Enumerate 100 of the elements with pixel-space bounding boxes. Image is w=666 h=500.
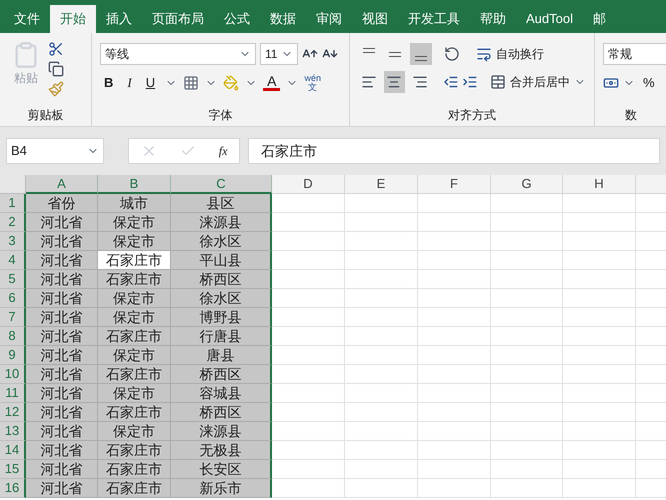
column-header[interactable]: A <box>26 175 98 194</box>
ribbon-tab[interactable]: AudTool <box>516 5 583 33</box>
table-cell[interactable]: 河北省 <box>26 270 98 289</box>
table-cell[interactable]: 河北省 <box>26 232 98 251</box>
number-format-field[interactable]: 常规 <box>603 43 666 65</box>
column-header[interactable]: E <box>345 175 418 194</box>
row-header[interactable]: 2 <box>0 213 26 232</box>
row-header[interactable]: 13 <box>0 422 26 441</box>
table-cell[interactable]: 桥西区 <box>171 365 272 384</box>
table-cell[interactable]: 唐县 <box>171 346 272 365</box>
table-cell[interactable]: 徐水区 <box>171 289 272 308</box>
row-header[interactable]: 7 <box>0 308 26 327</box>
column-header[interactable] <box>636 175 666 194</box>
ribbon-tab[interactable]: 视图 <box>352 5 398 33</box>
percent-button[interactable]: % <box>639 73 659 92</box>
insert-function-button[interactable]: fx <box>218 142 228 160</box>
ribbon-tab[interactable]: 帮助 <box>470 5 516 33</box>
table-cell[interactable]: 新乐市 <box>171 479 272 498</box>
row-header[interactable]: 15 <box>0 460 26 479</box>
font-name-field[interactable]: 等线 <box>100 43 256 65</box>
table-cell[interactable]: 行唐县 <box>171 327 272 346</box>
row-header[interactable]: 6 <box>0 289 26 308</box>
orientation-icon[interactable] <box>444 46 460 62</box>
table-cell[interactable]: 保定市 <box>98 422 171 441</box>
table-cell[interactable]: 河北省 <box>26 251 98 270</box>
table-cell[interactable]: 河北省 <box>26 460 98 479</box>
column-header[interactable]: F <box>418 175 491 194</box>
table-cell[interactable]: 保定市 <box>98 384 171 403</box>
row-header[interactable]: 11 <box>0 384 26 403</box>
table-cell[interactable]: 容城县 <box>171 384 272 403</box>
ribbon-tab[interactable]: 文件 <box>4 5 50 33</box>
table-cell[interactable]: 石家庄市 <box>98 441 171 460</box>
table-cell[interactable]: 桥西区 <box>171 403 272 422</box>
column-header[interactable]: C <box>171 175 272 194</box>
table-cell[interactable]: 河北省 <box>26 327 98 346</box>
table-cell[interactable]: 河北省 <box>26 384 98 403</box>
table-cell[interactable]: 保定市 <box>98 308 171 327</box>
ribbon-tab[interactable]: 公式 <box>214 5 260 33</box>
row-header[interactable]: 5 <box>0 270 26 289</box>
table-cell[interactable]: 石家庄市 <box>98 270 171 289</box>
table-cell[interactable]: 石家庄市 <box>98 251 171 270</box>
table-cell[interactable]: 无极县 <box>171 441 272 460</box>
bold-button[interactable]: B <box>100 73 118 92</box>
table-cell[interactable]: 河北省 <box>26 365 98 384</box>
row-header[interactable]: 12 <box>0 403 26 422</box>
table-cell[interactable]: 城市 <box>98 194 171 213</box>
column-header[interactable]: B <box>98 175 171 194</box>
column-header[interactable]: H <box>563 175 636 194</box>
copy-icon[interactable] <box>48 61 64 77</box>
table-cell[interactable]: 涞源县 <box>171 213 272 232</box>
scissors-icon[interactable] <box>48 41 64 57</box>
name-box[interactable]: B4 <box>6 138 104 164</box>
row-header[interactable]: 10 <box>0 365 26 384</box>
table-cell[interactable]: 徐水区 <box>171 232 272 251</box>
row-header[interactable]: 1 <box>0 194 26 213</box>
row-header[interactable]: 3 <box>0 232 26 251</box>
font-color-button[interactable]: A <box>263 74 280 92</box>
table-cell[interactable]: 河北省 <box>26 308 98 327</box>
table-cell[interactable]: 省份 <box>26 194 98 213</box>
table-cell[interactable]: 石家庄市 <box>98 403 171 422</box>
italic-button[interactable]: I <box>123 73 136 92</box>
formula-field[interactable]: 石家庄市 <box>248 138 660 164</box>
table-cell[interactable]: 河北省 <box>26 289 98 308</box>
table-cell[interactable]: 石家庄市 <box>98 479 171 498</box>
ribbon-tab[interactable]: 插入 <box>96 5 142 33</box>
ribbon-tab[interactable]: 邮 <box>582 5 616 33</box>
ribbon-tab[interactable]: 审阅 <box>306 5 352 33</box>
table-cell[interactable]: 县区 <box>171 194 272 213</box>
row-header[interactable]: 14 <box>0 441 26 460</box>
row-header[interactable]: 9 <box>0 346 26 365</box>
table-cell[interactable]: 石家庄市 <box>98 327 171 346</box>
phonetic-button[interactable]: wén 文 <box>304 74 321 92</box>
table-cell[interactable]: 保定市 <box>98 232 171 251</box>
borders-icon[interactable] <box>183 74 200 91</box>
row-header[interactable]: 8 <box>0 327 26 346</box>
table-cell[interactable]: 河北省 <box>26 403 98 422</box>
underline-button[interactable]: U <box>142 73 160 92</box>
wrap-text-button[interactable]: 自动换行 <box>476 45 544 63</box>
select-all-corner[interactable] <box>0 175 26 194</box>
table-cell[interactable]: 石家庄市 <box>98 365 171 384</box>
table-cell[interactable]: 河北省 <box>26 422 98 441</box>
ribbon-tab[interactable]: 页面布局 <box>142 5 214 33</box>
table-cell[interactable]: 河北省 <box>26 213 98 232</box>
table-cell[interactable]: 保定市 <box>98 346 171 365</box>
ribbon-tab[interactable]: 开始 <box>50 5 96 33</box>
table-cell[interactable]: 涞源县 <box>171 422 272 441</box>
font-size-field[interactable]: 11 <box>260 43 298 65</box>
table-cell[interactable]: 博野县 <box>171 308 272 327</box>
table-cell[interactable]: 长安区 <box>171 460 272 479</box>
table-cell[interactable]: 平山县 <box>171 251 272 270</box>
increase-indent-icon[interactable] <box>462 74 478 90</box>
table-cell[interactable]: 保定市 <box>98 213 171 232</box>
horizontal-align-button[interactable] <box>384 71 406 93</box>
merge-center-button[interactable]: 合并后居中 <box>490 73 570 91</box>
table-cell[interactable]: 保定市 <box>98 289 171 308</box>
fill-color-icon[interactable] <box>223 74 240 91</box>
table-cell[interactable]: 河北省 <box>26 441 98 460</box>
table-cell[interactable]: 石家庄市 <box>98 460 171 479</box>
row-header[interactable]: 16 <box>0 479 26 498</box>
column-header[interactable]: D <box>272 175 345 194</box>
